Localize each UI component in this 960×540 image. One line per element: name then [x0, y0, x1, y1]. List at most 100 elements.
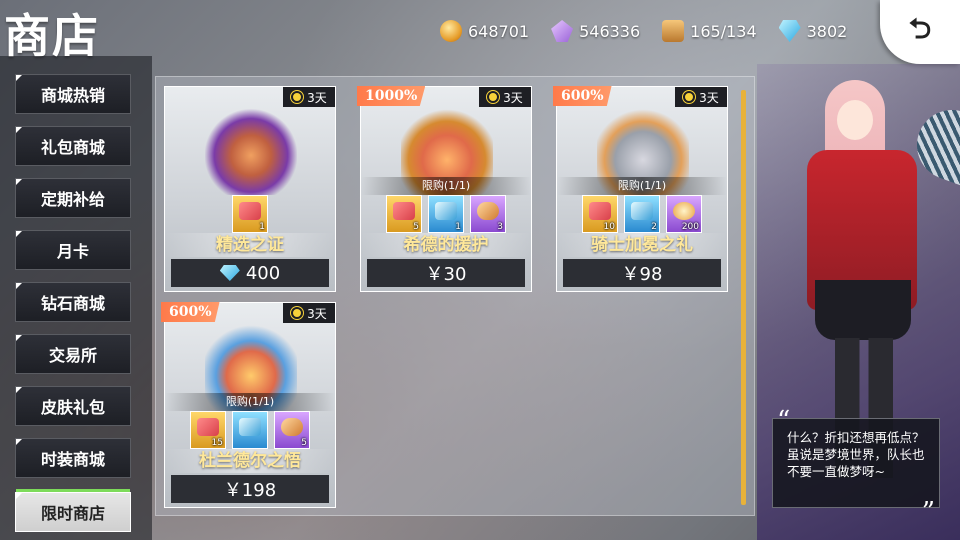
bread-icon — [477, 202, 499, 220]
limit-tag: 限购(1/1) — [557, 177, 727, 195]
sidebar-item-label: 月卡 — [56, 242, 89, 261]
shop-card[interactable]: 1000% 3天 限购(1/1) 5 1 3 希德的援护 ￥30 — [357, 86, 532, 292]
ticket-icon — [197, 418, 219, 436]
sidebar: 商城热销 礼包商城 定期补给 月卡 钻石商城 交易所 皮肤礼包 时装商城 限时商… — [0, 56, 152, 540]
item-slot[interactable]: 10 — [582, 195, 618, 233]
item-slot[interactable]: 3 — [470, 195, 506, 233]
item-slot[interactable]: 5 — [386, 195, 422, 233]
discount-badge: 600% — [553, 86, 612, 106]
item-count: 10 — [603, 222, 615, 232]
ticket-icon — [393, 202, 415, 220]
card-name: 骑士加冕之礼 — [557, 233, 727, 257]
timer-badge: 3天 — [283, 87, 335, 107]
timer-text: 3天 — [307, 306, 327, 321]
item-slot[interactable]: 200 — [666, 195, 702, 233]
clock-icon — [487, 91, 500, 103]
sidebar-item-hot[interactable]: 商城热销 — [15, 74, 131, 114]
price-text: ￥98 — [621, 264, 663, 285]
item-slot[interactable] — [232, 411, 268, 449]
item-slot[interactable]: 1 — [428, 195, 464, 233]
speech-bubble: “ 什么？折扣还想再低点？虽说是梦境世界，队长也不要一直做梦呀~ ” — [772, 408, 940, 525]
diamond-value: 3802 — [806, 21, 848, 41]
sidebar-item-label: 钻石商城 — [40, 294, 105, 313]
sidebar-item-fashion[interactable]: 时装商城 — [15, 438, 131, 478]
price-text: 400 — [245, 262, 281, 284]
limit-tag: 限购(1/1) — [361, 177, 531, 195]
card-name: 希德的援护 — [361, 233, 531, 257]
item-count: 2 — [651, 222, 657, 232]
item-slot[interactable]: 5 — [274, 411, 310, 449]
sidebar-item-label: 礼包商城 — [40, 138, 105, 157]
sidebar-item-label: 商城热销 — [40, 86, 105, 105]
price-button[interactable]: ￥98 — [563, 259, 721, 287]
sidebar-item-label: 限时商店 — [40, 504, 105, 523]
timer-badge: 3天 — [283, 303, 335, 323]
item-slot[interactable]: 1 — [232, 195, 268, 233]
card-icon — [435, 202, 457, 220]
price-button[interactable]: ￥30 — [367, 259, 525, 287]
crystal-value: 546336 — [579, 21, 641, 41]
character-face — [837, 100, 873, 140]
sidebar-item-diamond[interactable]: 钻石商城 — [15, 282, 131, 322]
clock-icon — [291, 307, 304, 319]
price-text: ￥30 — [425, 264, 467, 285]
timer-text: 3天 — [699, 90, 719, 105]
item-list: 1 — [165, 195, 335, 233]
sidebar-item-label: 皮肤礼包 — [40, 398, 105, 417]
sidebar-item-exchange[interactable]: 交易所 — [15, 334, 131, 374]
ticket-icon — [239, 202, 261, 220]
crystal-icon — [551, 20, 574, 42]
chest-art-icon — [205, 107, 297, 195]
item-count: 15 — [211, 438, 223, 448]
card-icon — [239, 418, 261, 436]
supply-box-icon — [662, 20, 685, 42]
gold-coin-icon — [440, 20, 462, 42]
item-count: 5 — [301, 438, 307, 448]
sidebar-item-skin[interactable]: 皮肤礼包 — [15, 386, 131, 426]
clock-icon — [683, 91, 696, 103]
meal-icon — [673, 202, 695, 220]
card-name: 杜兰德尔之悟 — [165, 449, 335, 473]
back-arrow-icon: ⮌ — [908, 12, 932, 45]
price-text: ￥198 — [223, 480, 277, 501]
timer-badge: 3天 — [479, 87, 531, 107]
item-slot[interactable]: 15 — [190, 411, 226, 449]
resource-diamond[interactable]: 3802 — [778, 20, 848, 42]
card-name: 精选之证 — [165, 233, 335, 257]
shop-card[interactable]: 600% 3天 限购(1/1) 10 2 200 骑士加冕之礼 ￥98 — [553, 86, 728, 292]
sidebar-item-supply[interactable]: 定期补给 — [15, 178, 131, 218]
item-slot[interactable]: 2 — [624, 195, 660, 233]
timer-text: 3天 — [307, 90, 327, 105]
speech-text: 什么？折扣还想再低点？虽说是梦境世界，队长也不要一直做梦呀~ — [787, 430, 925, 479]
item-count: 200 — [681, 222, 699, 232]
character-skirt — [815, 280, 911, 340]
item-count: 5 — [413, 222, 419, 232]
resource-supply: 165/134 — [662, 20, 757, 42]
gold-value: 648701 — [468, 21, 530, 41]
supply-value: 165/134 — [690, 21, 757, 41]
shop-card[interactable]: 3天 1 精选之证 400 — [164, 86, 336, 292]
sidebar-item-label: 交易所 — [48, 346, 97, 365]
timer-text: 3天 — [503, 90, 523, 105]
item-count: 3 — [497, 222, 503, 232]
item-list: 10 2 200 — [557, 195, 727, 233]
shop-card[interactable]: 600% 3天 限购(1/1) 15 5 杜兰德尔之悟 ￥198 — [161, 302, 336, 508]
sidebar-item-label: 定期补给 — [40, 190, 105, 209]
sidebar-item-label: 时装商城 — [40, 450, 105, 469]
bread-icon — [281, 418, 303, 436]
sidebar-item-monthly[interactable]: 月卡 — [15, 230, 131, 270]
resource-crystal: 546336 — [551, 20, 640, 42]
limit-tag: 限购(1/1) — [165, 393, 335, 411]
scrollbar[interactable] — [741, 90, 746, 505]
card-icon — [631, 202, 653, 220]
item-count: 1 — [455, 222, 461, 232]
price-button[interactable]: 400 — [171, 259, 329, 287]
resource-bar: 648701 546336 165/134 3802 — [440, 20, 847, 42]
ticket-icon — [589, 202, 611, 220]
sidebar-item-limited[interactable]: 限时商店 — [15, 489, 131, 532]
item-list: 5 1 3 — [361, 195, 531, 233]
resource-gold: 648701 — [440, 20, 529, 42]
price-button[interactable]: ￥198 — [171, 475, 329, 503]
sidebar-item-gift[interactable]: 礼包商城 — [15, 126, 131, 166]
item-list: 15 5 — [165, 411, 335, 449]
